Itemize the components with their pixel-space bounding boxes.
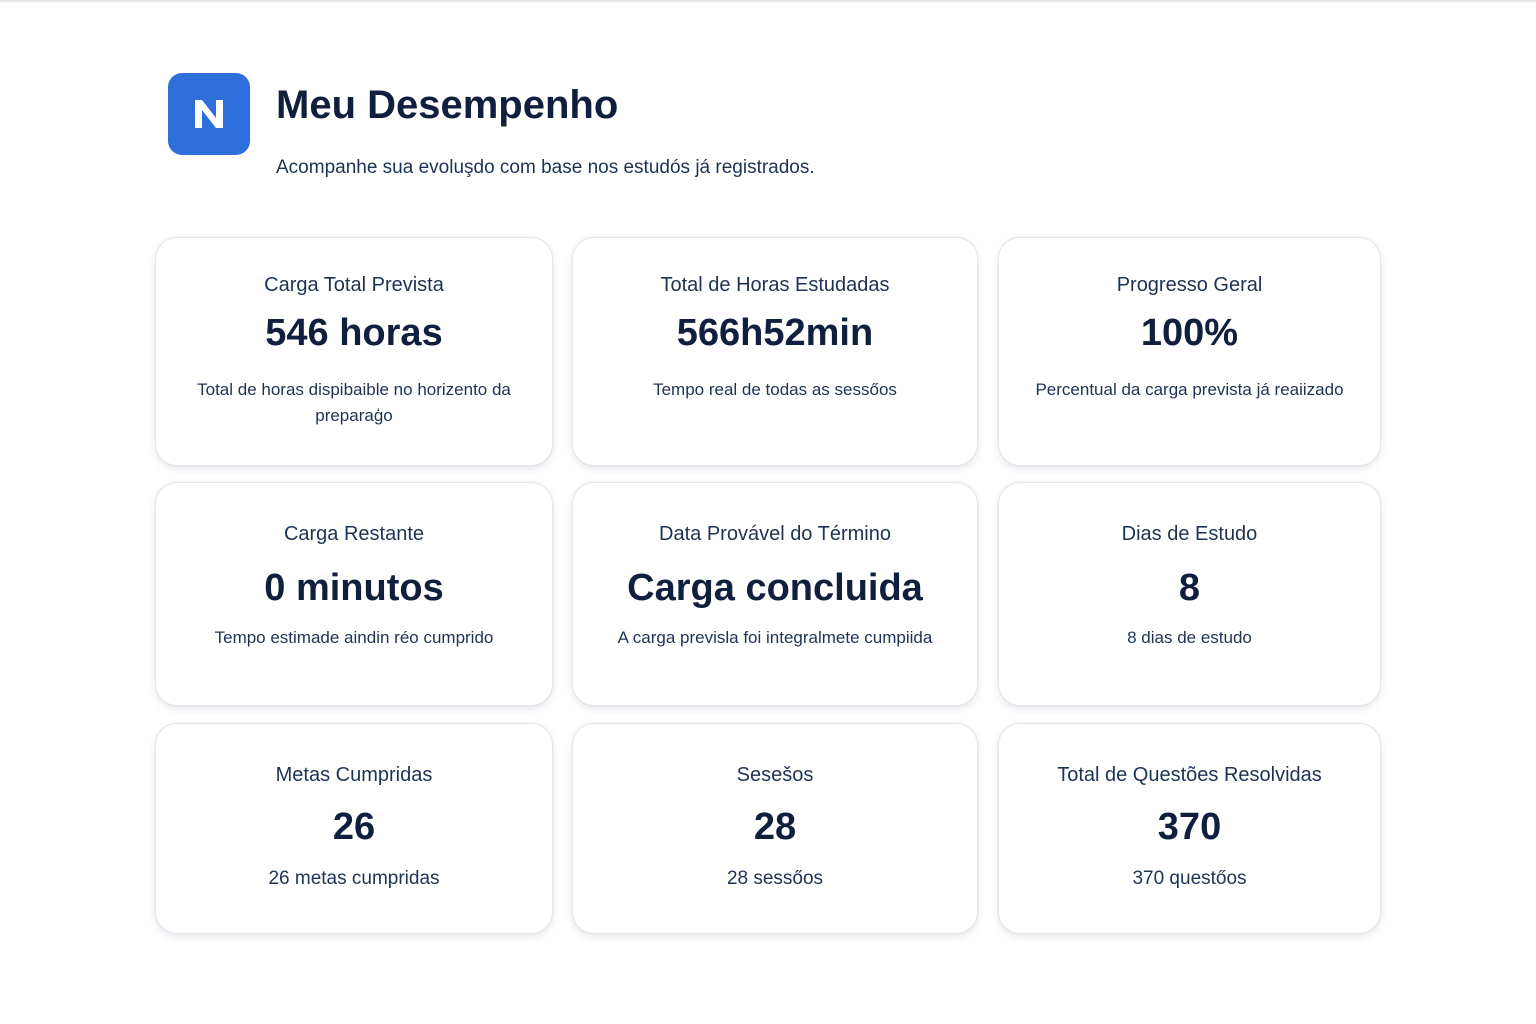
card-total-questoes-resolvidas: Total de Questões Resolvidas 370 370 que…: [998, 723, 1381, 934]
card-value: 546 horas: [265, 312, 443, 354]
card-carga-total-prevista: Carga Total Prevista 546 horas Total de …: [155, 237, 553, 466]
page-title: Meu Desempenho: [276, 83, 619, 127]
card-value: 26: [332, 806, 376, 848]
logo-n-icon: [195, 100, 223, 128]
card-label: Metas Cumpridas: [275, 764, 433, 786]
card-label: Carga Total Prevista: [264, 274, 444, 296]
card-label: Dias de Estudo: [1121, 523, 1258, 545]
card-description: 26 metas cumpridas: [268, 868, 440, 889]
card-label: Total de Horas Estudadas: [660, 274, 890, 296]
card-value: 28: [753, 806, 797, 848]
card-value: 370: [1157, 806, 1222, 848]
page: Meu Desempenho Acompanhe sua evoluşdo co…: [0, 0, 1536, 1024]
card-description: Tempo estimade aindin réo cumprido: [214, 628, 494, 647]
app-logo: [168, 73, 250, 155]
card-label: Total de Questões Resolvidas: [1057, 764, 1322, 786]
card-sessoes: Sesešos 28 28 sessőos: [572, 723, 978, 934]
card-progresso-geral: Progresso Geral 100% Percentual da carga…: [998, 237, 1381, 466]
card-dias-de-estudo: Dias de Estudo 8 8 dias de estudo: [998, 482, 1381, 706]
card-value: Carga concluida: [627, 567, 923, 609]
card-label: Carga Restante: [283, 523, 425, 545]
top-divider: [0, 0, 1536, 2]
card-description: 8 dias de estudo: [1127, 628, 1252, 647]
card-label: Data Provável do Término: [659, 523, 891, 545]
card-value: 566h52min: [676, 312, 874, 354]
card-description: 370 questőos: [1132, 868, 1247, 889]
card-description: A carga previsla foi integralmete cumpii…: [617, 628, 933, 647]
page-subtitle: Acompanhe sua evoluşdo com base nos estu…: [276, 157, 815, 178]
card-total-horas-estudadas: Total de Horas Estudadas 566h52min Tempo…: [572, 237, 978, 466]
card-description: 28 sessőos: [726, 868, 824, 889]
card-description: Tempo real de todas as sessőos: [653, 380, 897, 399]
card-description: Total de horas dispibaible no horizento …: [197, 380, 511, 425]
page-header: Meu Desempenho Acompanhe sua evoluşdo co…: [168, 73, 1068, 193]
card-label: Sesešos: [736, 764, 814, 786]
card-label: Progresso Geral: [1116, 274, 1263, 296]
card-value: 0 minutos: [264, 567, 444, 609]
card-value: 8: [1178, 567, 1201, 609]
card-value: 100%: [1140, 312, 1239, 354]
card-carga-restante: Carga Restante 0 minutos Tempo estimade …: [155, 482, 553, 706]
card-data-provavel-termino: Data Provável do Término Carga concluida…: [572, 482, 978, 706]
card-metas-cumpridas: Metas Cumpridas 26 26 metas cumpridas: [155, 723, 553, 934]
card-description: Percentual da carga prevista já reaiizad…: [1035, 380, 1344, 399]
